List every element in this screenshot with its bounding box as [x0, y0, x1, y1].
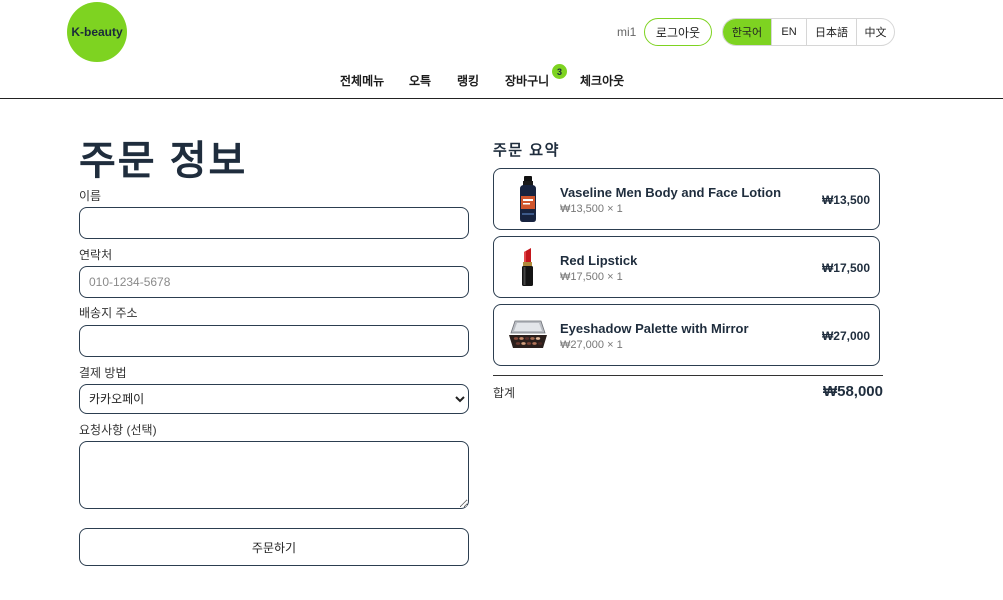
lipstick-icon: [506, 245, 550, 289]
request-textarea[interactable]: [79, 441, 469, 509]
logout-button[interactable]: 로그아웃: [644, 18, 712, 46]
summary-item-name: Eyeshadow Palette with Mirror: [560, 321, 749, 336]
summary-item: Red Lipstick ₩17,500 × 1 ₩17,500: [493, 236, 880, 298]
address-label: 배송지 주소: [79, 306, 138, 320]
language-option-ko[interactable]: 한국어: [723, 19, 771, 45]
lotion-bottle-icon: [506, 176, 550, 222]
nav-item-cart[interactable]: 장바구니: [505, 74, 549, 88]
payment-method-select[interactable]: 카카오페이: [79, 384, 469, 414]
summary-title: 주문 요약: [493, 142, 560, 159]
phone-field[interactable]: [79, 266, 469, 298]
language-switcher: 한국어 EN 日本語 中文: [722, 18, 895, 46]
header-divider: [0, 98, 1003, 99]
summary-divider: [493, 375, 883, 376]
request-label: 요청사항 (선택): [79, 423, 157, 437]
username: mi1: [617, 25, 637, 39]
name-field[interactable]: [79, 207, 469, 239]
summary-item-price: ₩27,000: [821, 329, 870, 343]
phone-label: 연락처: [79, 248, 113, 262]
eyeshadow-palette-icon: [506, 313, 550, 357]
page-title: 주문 정보: [79, 139, 248, 183]
language-option-zh[interactable]: 中文: [856, 19, 894, 45]
language-option-en[interactable]: EN: [771, 19, 806, 45]
address-field[interactable]: [79, 325, 469, 357]
summary-item-name: Vaseline Men Body and Face Lotion: [560, 185, 782, 200]
logo[interactable]: K-beauty: [67, 2, 127, 62]
summary-item-detail: ₩27,000 × 1: [560, 339, 623, 351]
payment-method-label: 결제 방법: [79, 366, 127, 380]
summary-item-price: ₩13,500: [821, 193, 870, 207]
language-option-ja[interactable]: 日本語: [806, 19, 856, 45]
cart-count-badge: 3: [552, 64, 567, 79]
summary-item-detail: ₩13,500 × 1: [560, 203, 623, 215]
name-label: 이름: [79, 189, 102, 203]
nav-item-ranking[interactable]: 랭킹: [457, 74, 479, 88]
summary-item-price: ₩17,500: [821, 261, 870, 275]
nav-item-today-special[interactable]: 오특: [409, 74, 431, 88]
place-order-button[interactable]: 주문하기: [79, 528, 469, 566]
summary-item-name: Red Lipstick: [560, 253, 638, 268]
total-value: ₩58,000: [822, 383, 883, 400]
nav-item-checkout[interactable]: 체크아웃: [580, 74, 624, 88]
summary-item: Eyeshadow Palette with Mirror ₩27,000 × …: [493, 304, 880, 366]
nav-item-all-menu[interactable]: 전체메뉴: [340, 74, 384, 88]
summary-item: Vaseline Men Body and Face Lotion ₩13,50…: [493, 168, 880, 230]
total-label: 합계: [493, 386, 516, 400]
summary-item-detail: ₩17,500 × 1: [560, 271, 623, 283]
